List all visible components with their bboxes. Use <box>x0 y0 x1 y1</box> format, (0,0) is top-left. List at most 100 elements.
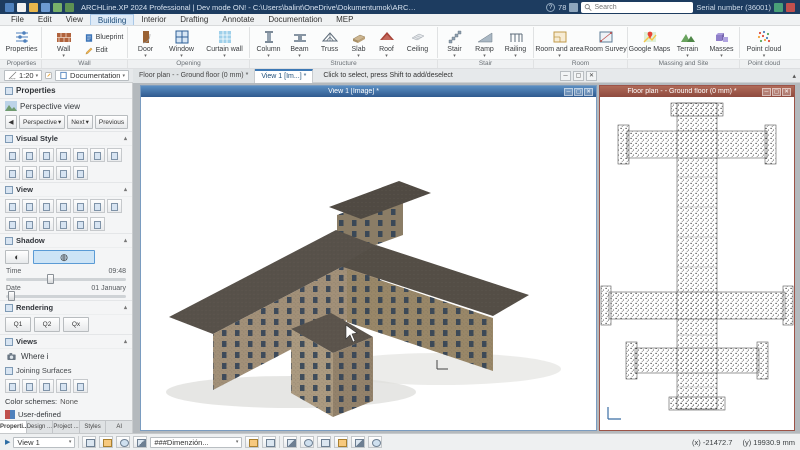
app-icon[interactable] <box>5 2 14 12</box>
tool-curtain-wall[interactable]: Curtain wall ▾ <box>201 28 249 60</box>
view-icon-11[interactable] <box>56 217 71 231</box>
menu-tab-documentation[interactable]: Documentation <box>261 14 329 25</box>
time-slider[interactable] <box>6 274 126 284</box>
view-icon-4[interactable] <box>56 199 71 213</box>
guides-icon[interactable] <box>334 436 349 448</box>
tool-roof[interactable]: Roof ▾ <box>373 28 401 60</box>
view1-title-bar[interactable]: View 1 [Image] * ─ ▢ ✕ <box>141 86 596 97</box>
style-icon-8[interactable] <box>5 166 20 180</box>
view-icon-1[interactable] <box>5 199 20 213</box>
views-icon-3[interactable] <box>39 379 54 393</box>
tool-properties[interactable]: Properties <box>6 28 37 60</box>
view-collapse-icon[interactable]: ▴ <box>124 186 127 193</box>
tracking-icon[interactable] <box>368 436 383 448</box>
view1-close-icon[interactable]: ✕ <box>584 87 593 96</box>
select-mode-icon[interactable] <box>82 436 97 448</box>
view1-restore-icon[interactable]: ▢ <box>574 87 583 96</box>
scale-select[interactable]: 1:20 ▾ <box>4 70 43 81</box>
views-icon-4[interactable] <box>56 379 71 393</box>
next-button[interactable]: Next ▾ <box>67 115 93 129</box>
menu-tab-mep[interactable]: MEP <box>329 14 360 25</box>
tool-masses[interactable]: Masses ▾ <box>705 28 739 60</box>
style-icon-12[interactable] <box>73 166 88 180</box>
views-collapse-icon[interactable]: ▴ <box>124 338 127 345</box>
tool-ramp[interactable]: Ramp ▾ <box>470 28 500 60</box>
snap-icon[interactable] <box>283 436 298 448</box>
doc-tab-floor-plan[interactable]: Floor plan - - Ground floor (0 mm) * <box>133 68 256 83</box>
tool-blueprint[interactable]: Blueprint <box>84 33 123 43</box>
where-is-row[interactable]: Where i <box>0 349 132 364</box>
time-slider-knob[interactable] <box>46 274 54 284</box>
layout-icon[interactable] <box>569 2 579 12</box>
menu-tab-view[interactable]: View <box>59 14 90 25</box>
mdi-restore-icon[interactable]: ▢ <box>573 71 584 81</box>
tool-room-and-area[interactable]: Room and area ▾ <box>535 28 585 60</box>
tool-edit[interactable]: Edit <box>84 46 124 56</box>
style-icon-9[interactable] <box>22 166 37 180</box>
tool-column[interactable]: Column ▾ <box>253 28 285 60</box>
floor-plan-title-bar[interactable]: Floor plan - - Ground floor (0 mm) * ─ ▢… <box>600 86 794 97</box>
play-icon[interactable]: ▶ <box>5 438 10 446</box>
redo-icon[interactable] <box>65 2 74 12</box>
mdi-close-icon[interactable]: ✕ <box>586 71 597 81</box>
previous-button[interactable]: Previous <box>94 115 129 129</box>
new-document-icon[interactable] <box>17 2 26 12</box>
style-icon-2[interactable] <box>22 148 37 162</box>
view-icon-2[interactable] <box>22 199 37 213</box>
prev-view-button[interactable]: ◀ <box>5 115 17 129</box>
view-icon-9[interactable] <box>22 217 37 231</box>
grid-icon[interactable] <box>300 436 315 448</box>
view-icon-3[interactable] <box>39 199 54 213</box>
floor-plan-close-icon[interactable]: ✕ <box>782 87 791 96</box>
open-icon[interactable] <box>29 2 38 12</box>
style-icon-4[interactable] <box>56 148 71 162</box>
store-cube-icon[interactable] <box>774 2 783 12</box>
doc-tab-view1[interactable]: View 1 [Im...] * <box>255 68 314 83</box>
ortho-icon[interactable] <box>317 436 332 448</box>
view-icon-8[interactable] <box>5 217 20 231</box>
line-style-icon[interactable] <box>133 436 148 448</box>
panel-tab-styles[interactable]: Styles <box>80 421 107 433</box>
magnet-icon[interactable] <box>351 436 366 448</box>
tool-railing[interactable]: Railing ▾ <box>500 28 532 60</box>
tool-wall[interactable]: Wall ▾ <box>46 28 82 60</box>
tool-stair[interactable]: Stair ▾ <box>440 28 470 60</box>
ribbon-collapse-icon[interactable]: ▴ <box>792 72 796 80</box>
tool-truss[interactable]: Truss <box>315 28 345 60</box>
view-icon-12[interactable] <box>73 217 88 231</box>
color-schemes-value[interactable]: None <box>60 397 78 406</box>
view-3d-canvas[interactable] <box>141 97 596 430</box>
menu-tab-edit[interactable]: Edit <box>31 14 59 25</box>
tool-window[interactable]: Window ▾ <box>163 28 201 60</box>
tool-google-maps[interactable]: Google Maps <box>629 28 671 60</box>
style-icon-6[interactable] <box>90 148 105 162</box>
menu-tab-building[interactable]: Building <box>89 14 135 25</box>
tool-point-cloud[interactable]: Point cloud ▾ <box>741 28 787 60</box>
panel-tab-design[interactable]: Design ... <box>27 421 54 433</box>
text-style-icon[interactable] <box>262 436 277 448</box>
undo-icon[interactable] <box>53 2 62 12</box>
render-q1-button[interactable]: Q1 <box>5 317 31 332</box>
tool-slab[interactable]: Slab ▾ <box>345 28 373 60</box>
layer-icon[interactable] <box>99 436 114 448</box>
tool-terrain[interactable]: Terrain ▾ <box>671 28 705 60</box>
render-q2-button[interactable]: Q2 <box>34 317 60 332</box>
menu-tab-interior[interactable]: Interior <box>134 14 173 25</box>
style-icon-7[interactable] <box>107 148 122 162</box>
mdi-minimize-icon[interactable]: ─ <box>560 71 571 81</box>
style-icon-10[interactable] <box>39 166 54 180</box>
views-icon-5[interactable] <box>73 379 88 393</box>
date-slider-knob[interactable] <box>8 291 16 301</box>
view-icon-5[interactable] <box>73 199 88 213</box>
view1-minimize-icon[interactable]: ─ <box>564 87 573 96</box>
shadow-on-button[interactable]: ◍ <box>33 250 95 264</box>
style-icon-3[interactable] <box>39 148 54 162</box>
floor-plan-minimize-icon[interactable]: ─ <box>762 87 771 96</box>
documentation-select[interactable]: Documentation ▾ <box>55 70 129 81</box>
search-box[interactable] <box>581 1 694 13</box>
edit-sheet-icon[interactable] <box>45 71 52 80</box>
promo-icon[interactable] <box>786 2 795 12</box>
joining-surfaces-row[interactable]: Joining Surfaces <box>0 364 132 377</box>
tool-beam[interactable]: Beam ▾ <box>285 28 315 60</box>
view-icon-7[interactable] <box>107 199 122 213</box>
